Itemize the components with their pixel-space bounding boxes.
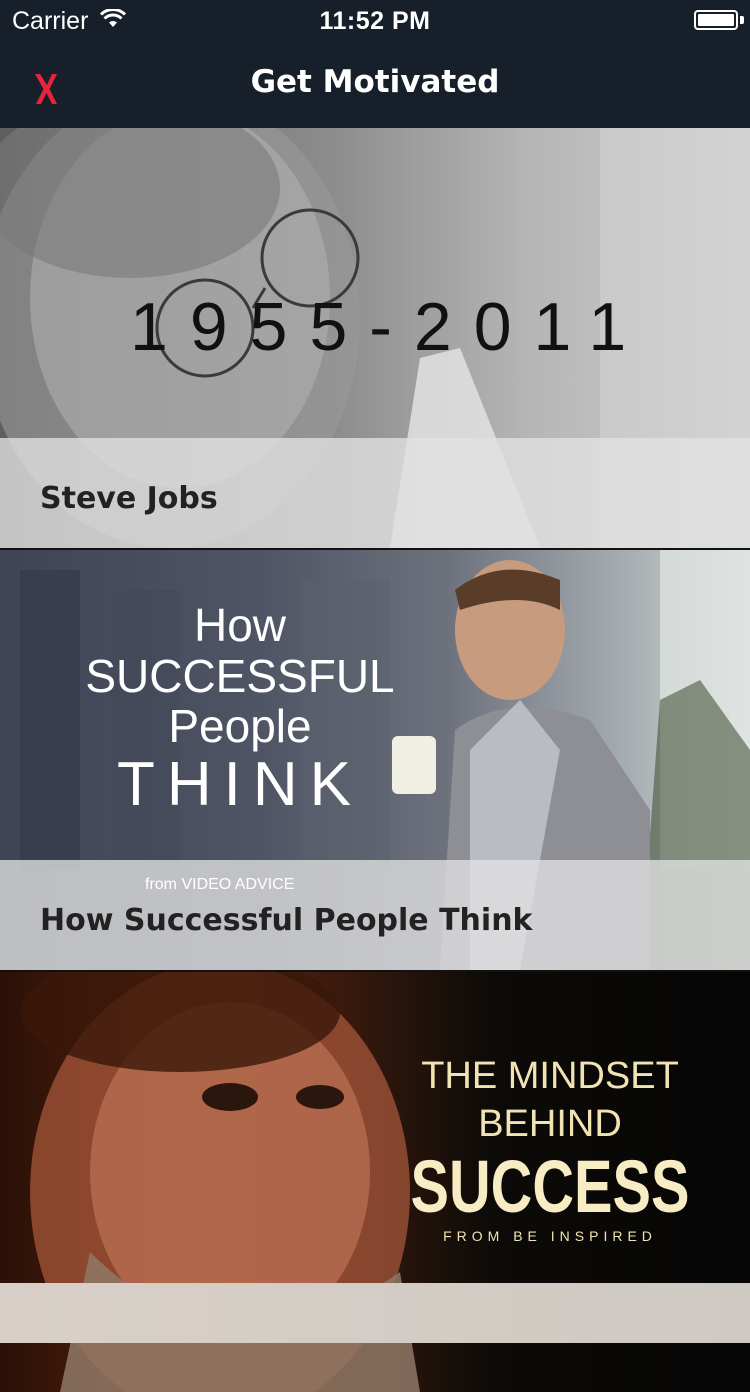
status-bar: Carrier 11:52 PM [0,0,750,40]
video-caption-partial[interactable] [0,1283,750,1343]
battery-icon [694,10,738,30]
thumbnail-years-text: 1955-2011 [130,289,649,365]
page-title: Get Motivated [250,64,500,100]
thumbnail-line-3: People [168,700,312,752]
thumbnail-title: THE MINDSET BEHIND SUCCESS FROM BE INSPI… [352,1052,748,1246]
video-caption: from VIDEO ADVICE How Successful People … [0,860,750,970]
thumbnail-title: How SUCCESSFUL People THINK [60,600,420,820]
video-card-successful-people[interactable]: How SUCCESSFUL People THINK from VIDEO A… [0,550,750,970]
battery-tip [740,16,744,24]
thumbnail-line-1: How [193,599,287,651]
thumbnail-line-3: FROM BE INSPIRED [443,1228,657,1244]
video-caption: Steve Jobs [0,438,750,548]
status-time: 11:52 PM [319,7,431,35]
video-source: from VIDEO ADVICE [145,876,295,893]
thumbnail-line-2: SUCCESSFUL [85,650,395,702]
thumbnail-line-1: THE MINDSET BEHIND [421,1055,679,1145]
video-title: Steve Jobs [40,481,218,516]
navigation-bar: Get Motivated [0,40,750,128]
video-card-steve-jobs[interactable]: 1955-2011 Steve Jobs [0,128,750,548]
thumbnail-line-2: SUCCESS [410,1145,690,1228]
thumbnail-line-4: THINK [117,750,363,819]
video-title: How Successful People Think [40,903,533,938]
